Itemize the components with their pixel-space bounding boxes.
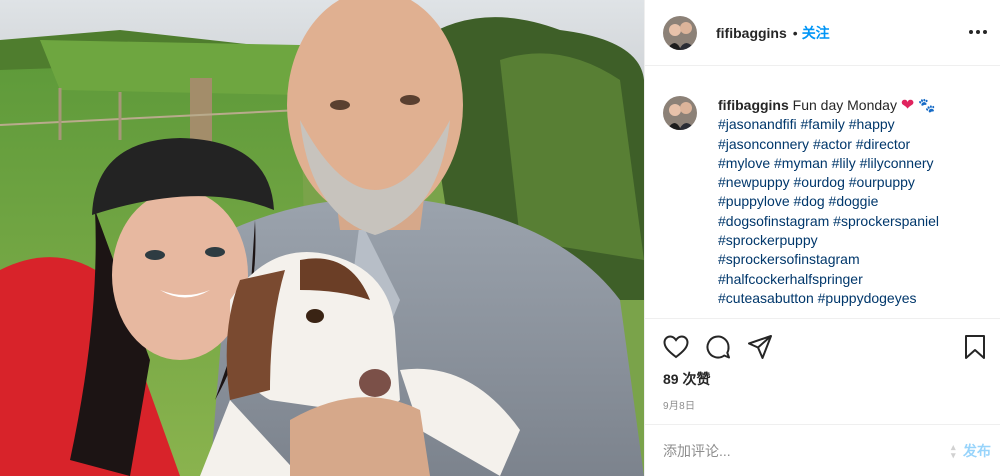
photo-illustration [0,0,644,476]
post-caption: fifibaggins Fun day Monday ❤ 🐾 #jasonand… [645,66,1000,318]
caption-username[interactable]: fifibaggins [718,97,789,113]
post-side-panel: fifibaggins • 关注 fifibaggins Fun day Mon… [644,0,1000,476]
comment-icon[interactable] [704,333,732,361]
caption-text-block: fifibaggins Fun day Monday ❤ 🐾 #jasonand… [718,96,988,308]
post-photo[interactable] [0,0,644,476]
hashtag-line[interactable]: #halfcockerhalfspringer [718,271,863,287]
like-glyph [663,335,689,359]
hashtag-line[interactable]: #sprockersofinstagram [718,251,860,267]
comment-glyph [706,335,730,359]
post-comment-button[interactable]: ▴ ▾ 发布 [951,441,991,461]
more-options-icon[interactable] [967,22,989,42]
post-date[interactable]: 9月8日 [663,397,695,412]
hashtag-line[interactable]: #jasonconnery #actor #director [718,136,910,152]
avatar-image [663,15,697,50]
save-glyph [965,335,985,359]
hashtag-line[interactable]: #sprockerpuppy [718,232,818,248]
header-username[interactable]: fifibaggins [716,25,787,41]
share-icon[interactable] [746,333,774,361]
hashtag-line[interactable]: #jasonandfifi #family #happy [718,116,895,132]
resize-arrows-icon: ▴ ▾ [951,441,956,460]
heart-icon[interactable] [662,333,690,361]
hashtag-line[interactable]: #newpuppy #ourdog #ourpuppy [718,174,915,190]
hashtag-line[interactable]: #dogsofinstagram #sprockerspaniel [718,213,939,229]
post-header: fifibaggins • 关注 [645,0,1000,66]
caption-text: Fun day Monday [792,97,897,113]
hashtag-line[interactable]: #cuteasabutton #puppydogeyes [718,290,917,306]
comment-input[interactable]: 添加评论... [663,441,951,461]
post-comment-label: 发布 [963,442,991,459]
header-separator: • [792,24,798,41]
action-bar [645,318,1000,376]
bookmark-icon[interactable] [961,333,989,361]
paw-emoji: 🐾 [918,97,936,113]
caption-avatar[interactable] [663,96,697,130]
like-count[interactable]: 89 次赞 [663,369,710,389]
comment-box: 添加评论... ▴ ▾ 发布 [645,424,1000,476]
instagram-post: fifibaggins • 关注 fifibaggins Fun day Mon… [0,0,1000,476]
hashtag-line[interactable]: #mylove #myman #lily #lilyconnery [718,155,934,171]
follow-button[interactable]: 关注 [802,23,830,43]
share-glyph [748,335,772,359]
header-avatar[interactable] [663,15,697,50]
hashtag-line[interactable]: #puppylove #dog #doggie [718,193,878,209]
avatar-image [663,96,697,130]
heart-emoji: ❤ [900,97,915,114]
